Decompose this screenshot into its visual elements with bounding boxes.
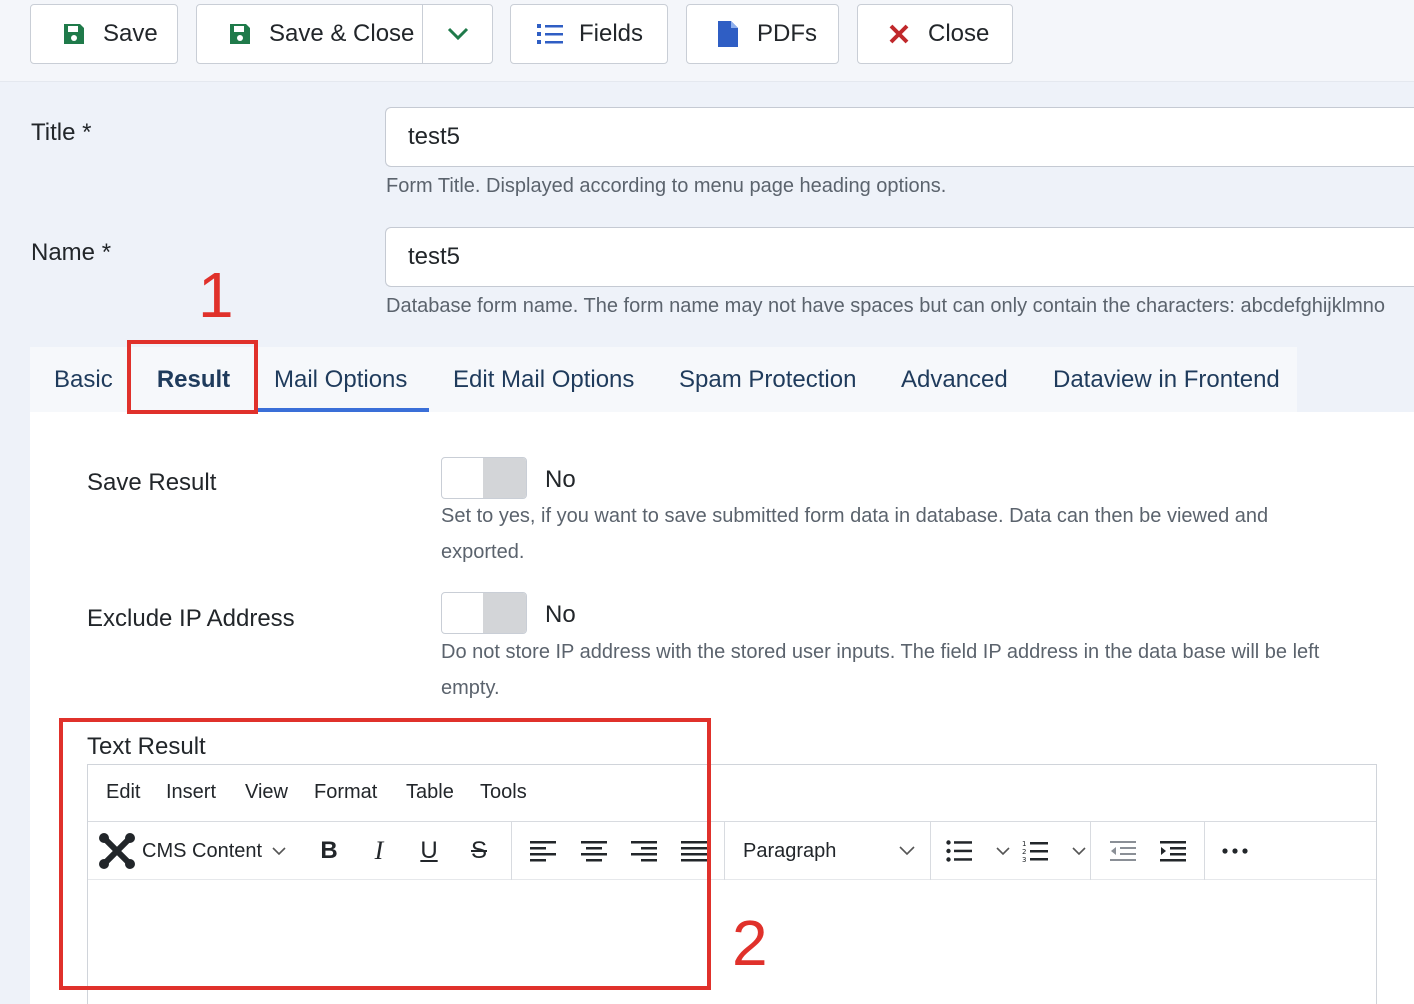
outdent-button[interactable] — [1108, 830, 1138, 872]
chevron-down-icon — [447, 27, 468, 41]
name-hint: Database form name. The form name may no… — [386, 295, 1386, 317]
annotation-box-result-tab — [127, 340, 258, 414]
svg-text:1: 1 — [1022, 840, 1026, 848]
toolbar-separator — [930, 822, 931, 880]
more-options-button[interactable] — [1220, 830, 1250, 872]
toggle-knob — [483, 593, 526, 633]
name-value: test5 — [408, 243, 461, 270]
pdfs-label: PDFs — [757, 20, 817, 47]
title-hint: Form Title. Displayed according to menu … — [386, 175, 947, 197]
fields-button[interactable]: Fields — [510, 4, 668, 64]
save-options-dropdown[interactable] — [422, 5, 492, 63]
name-label: Name * — [31, 239, 112, 266]
tab-dataview-in-frontend[interactable]: Dataview in Frontend — [1053, 347, 1280, 412]
close-icon — [884, 19, 914, 49]
title-value: test5 — [408, 123, 461, 150]
exclude-ip-toggle[interactable] — [441, 592, 527, 634]
save-button[interactable]: Save — [30, 4, 178, 64]
fields-label: Fields — [579, 20, 644, 47]
exclude-ip-value: No — [545, 601, 576, 628]
chevron-down-icon — [996, 846, 1010, 855]
exclude-ip-label: Exclude IP Address — [87, 605, 295, 632]
exclude-ip-desc-line-2: empty. — [441, 677, 500, 699]
tab-spam-protection[interactable]: Spam Protection — [679, 347, 856, 412]
save-result-desc-line-1: Set to yes, if you want to save submitte… — [441, 505, 1269, 527]
indent-icon — [1160, 841, 1186, 862]
save-result-description: Set to yes, if you want to save submitte… — [441, 498, 1268, 570]
save-close-label: Save & Close — [269, 20, 415, 47]
chevron-down-icon — [1072, 846, 1086, 855]
block-format-label: Paragraph — [743, 839, 837, 862]
tab-edit-mail-options[interactable]: Edit Mail Options — [453, 347, 634, 412]
save-close-button[interactable]: Save & Close — [196, 4, 493, 64]
annotation-number-1: 1 — [198, 259, 234, 331]
save-result-label: Save Result — [87, 469, 217, 496]
indent-button[interactable] — [1158, 830, 1188, 872]
list-icon — [535, 19, 565, 49]
toolbar-separator — [1204, 822, 1205, 880]
block-format-dropdown[interactable]: Paragraph — [743, 830, 915, 872]
numbered-list-button[interactable]: 123 — [1022, 830, 1086, 872]
exclude-ip-desc-line-1: Do not store IP address with the stored … — [441, 641, 1320, 663]
save-icon — [225, 19, 255, 49]
save-label: Save — [103, 20, 158, 47]
toolbar: Save Save & Close Fields PDFs Close — [0, 0, 1414, 82]
outdent-icon — [1110, 841, 1136, 861]
pdfs-button[interactable]: PDFs — [686, 4, 839, 64]
title-label: Title * — [31, 119, 92, 146]
annotation-box-text-result — [59, 718, 711, 990]
tab-advanced[interactable]: Advanced — [901, 347, 1008, 412]
numbered-list-icon: 123 — [1022, 840, 1048, 863]
save-icon — [59, 19, 89, 49]
save-result-toggle[interactable] — [441, 457, 527, 499]
toggle-knob — [483, 458, 526, 498]
svg-text:3: 3 — [1022, 856, 1026, 863]
exclude-ip-description: Do not store IP address with the stored … — [441, 634, 1319, 706]
chevron-down-icon — [899, 846, 915, 856]
toolbar-separator — [1090, 822, 1091, 880]
annotation-number-2: 2 — [732, 907, 768, 979]
more-horizontal-icon — [1222, 848, 1248, 854]
close-label: Close — [928, 20, 990, 47]
bullet-list-button[interactable] — [946, 830, 1010, 872]
save-result-value: No — [545, 466, 576, 493]
tab-basic[interactable]: Basic — [54, 347, 113, 412]
toolbar-separator — [724, 822, 725, 880]
svg-text:2: 2 — [1022, 848, 1026, 856]
file-icon — [713, 19, 743, 49]
name-input[interactable]: test5 — [385, 227, 1414, 287]
bullet-list-icon — [946, 840, 972, 862]
save-result-desc-line-2: exported. — [441, 541, 525, 563]
close-button[interactable]: Close — [857, 4, 1013, 64]
title-input[interactable]: test5 — [385, 107, 1414, 167]
tab-mail-options[interactable]: Mail Options — [274, 347, 407, 412]
